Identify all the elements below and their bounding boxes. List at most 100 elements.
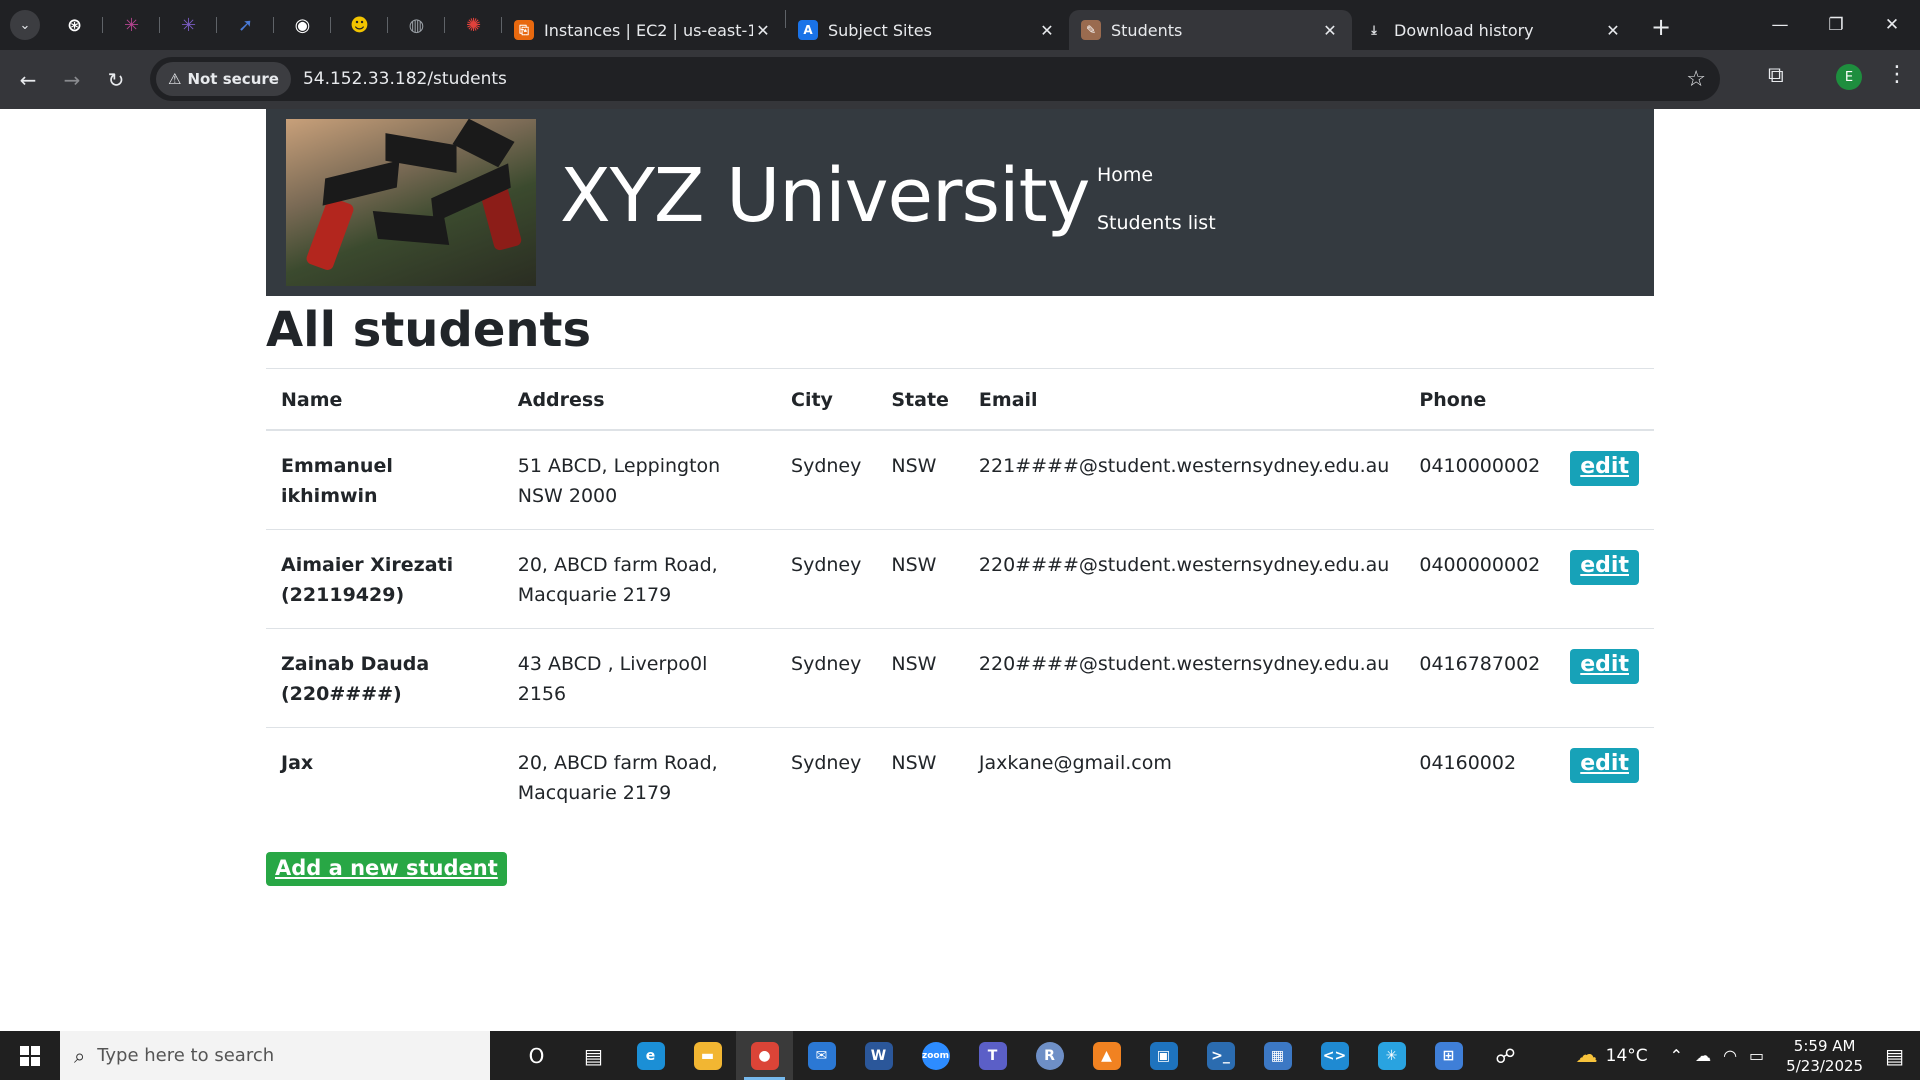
cell-email: 220####@student.westernsydney.edu.au xyxy=(963,627,1405,728)
gear-icon: ✺ xyxy=(465,14,482,36)
add-new-student-button[interactable]: Add a new student xyxy=(266,851,507,886)
close-icon: ✕ xyxy=(1884,15,1900,35)
page-viewport: XYZ University Home Students list All st… xyxy=(0,109,1920,1031)
asterisk-icon: ✳ xyxy=(180,14,197,36)
site-title: XYZ University xyxy=(560,153,1090,239)
nav-students-list-link[interactable]: Students list xyxy=(1097,212,1216,234)
cell-city: Sydney xyxy=(776,528,877,629)
wifi-icon[interactable]: ◠ xyxy=(1723,1046,1737,1065)
minimize-button[interactable]: — xyxy=(1752,0,1808,50)
taskbar-app[interactable]: ✳ xyxy=(1363,1031,1420,1080)
taskbar-clock[interactable]: 5:59 AM 5/23/2025 xyxy=(1786,1036,1863,1076)
taskbar-search-box[interactable]: ⌕ Type here to search xyxy=(60,1031,490,1080)
tab-close-icon[interactable]: ✕ xyxy=(753,21,773,40)
taskbar-search-placeholder: Type here to search xyxy=(97,1045,275,1066)
pinned-tab[interactable]: ✳ xyxy=(103,0,160,50)
taskbar-app[interactable]: <> xyxy=(1306,1031,1363,1080)
browser-tab[interactable]: ⎘ Instances | EC2 | us-east-1 ✕ xyxy=(502,10,785,50)
profile-avatar[interactable]: E xyxy=(1836,64,1862,90)
taskbar-app[interactable]: ✉ xyxy=(793,1031,850,1080)
onedrive-icon[interactable]: ☁ xyxy=(1695,1046,1711,1065)
tab-close-icon[interactable]: ✕ xyxy=(1603,21,1623,40)
pinned-tab[interactable]: ⊛ xyxy=(46,0,103,50)
pinned-tab[interactable]: ◍ xyxy=(388,0,445,50)
snowflake-icon: ✳ xyxy=(1377,1041,1406,1070)
restore-button[interactable]: ❐ xyxy=(1808,0,1864,50)
taskbar-app[interactable]: T xyxy=(964,1031,1021,1080)
reload-button[interactable]: ↻ xyxy=(94,58,138,102)
not-secure-label: Not secure xyxy=(187,70,279,88)
column-header-address: Address xyxy=(502,367,777,431)
taskbar-app[interactable]: R xyxy=(1021,1031,1078,1080)
weather-temperature: 14°C xyxy=(1605,1045,1648,1066)
taskbar-app[interactable]: zoom xyxy=(907,1031,964,1080)
site-info-button[interactable]: ⚠ Not secure xyxy=(156,62,291,96)
pinned-tab[interactable]: ◉ xyxy=(274,0,331,50)
pinned-tabs: ⊛ ✳ ✳ ➚ ◉ ☻ ◍ ✺ xyxy=(46,0,502,50)
url-text[interactable]: 54.152.33.182/students xyxy=(303,69,507,89)
cell-phone: 0410000002 xyxy=(1404,429,1556,530)
column-header-actions xyxy=(1555,367,1654,431)
browser-tab[interactable]: ✎ Students ✕ xyxy=(1069,10,1352,50)
pinned-tab[interactable]: ➚ xyxy=(217,0,274,50)
nav-home-link[interactable]: Home xyxy=(1097,164,1216,186)
taskbar-app[interactable]: ▤ xyxy=(565,1031,622,1080)
tab-title: Students xyxy=(1111,20,1183,40)
start-button[interactable] xyxy=(0,1031,60,1080)
taskbar-app[interactable]: ▣ xyxy=(1135,1031,1192,1080)
taskbar-app[interactable]: ☍ xyxy=(1477,1031,1534,1080)
tab-close-icon[interactable]: ✕ xyxy=(1037,21,1057,40)
cell-state: NSW xyxy=(876,429,964,530)
column-header-email: Email xyxy=(963,367,1405,431)
browser-tab[interactable]: ⤓ Download history ✕ xyxy=(1352,10,1635,50)
taskbar-app[interactable]: ▲ xyxy=(1078,1031,1135,1080)
pinned-tab[interactable]: ☻ xyxy=(331,0,388,50)
cell-name: Emmanuel ikhimwin xyxy=(266,429,503,530)
teams-icon: T xyxy=(978,1041,1007,1070)
browser-tab[interactable]: A Subject Sites ✕ xyxy=(786,10,1069,50)
edit-button[interactable]: edit xyxy=(1570,648,1639,684)
forward-button[interactable]: → xyxy=(50,58,94,102)
new-tab-button[interactable]: + xyxy=(1651,13,1671,41)
graduation-caps-image xyxy=(286,119,536,286)
bookmark-star-icon[interactable]: ☆ xyxy=(1686,67,1706,92)
pinned-tab[interactable]: ✺ xyxy=(445,0,502,50)
taskbar-app[interactable]: ● xyxy=(736,1031,793,1080)
weather-widget[interactable]: ☁ 14°C xyxy=(1576,1043,1648,1068)
edit-button[interactable]: edit xyxy=(1570,747,1639,783)
photos-icon: ▦ xyxy=(1263,1041,1292,1070)
taskbar-app[interactable]: W xyxy=(850,1031,907,1080)
extensions-icon[interactable]: ⧉ xyxy=(1768,63,1784,88)
students-table: Name Address City State Email Phone Emma… xyxy=(266,367,1654,826)
search-icon: ⌕ xyxy=(74,1043,86,1068)
battery-icon[interactable]: ▭ xyxy=(1749,1046,1764,1065)
column-header-city: City xyxy=(776,367,877,431)
edit-button[interactable]: edit xyxy=(1570,450,1639,486)
taskbar-app[interactable]: O xyxy=(508,1031,565,1080)
show-hidden-icons-icon[interactable]: ⌃ xyxy=(1670,1046,1683,1065)
more-menu-icon[interactable]: ⋮ xyxy=(1886,62,1908,87)
address-bar[interactable]: ⚠ Not secure 54.152.33.182/students ☆ xyxy=(150,57,1720,101)
zoom-icon: zoom xyxy=(921,1041,950,1070)
edit-button[interactable]: edit xyxy=(1570,549,1639,585)
browser-tab-bar: ⌄ ⊛ ✳ ✳ ➚ ◉ ☻ ◍ ✺ ⎘ Instances | EC2 | us-east-1 ✕… xyxy=(0,0,1920,50)
page-icon: ✎ xyxy=(1081,20,1101,40)
cell-phone: 0400000002 xyxy=(1404,528,1556,629)
taskbar-app[interactable]: e xyxy=(622,1031,679,1080)
tab-close-icon[interactable]: ✕ xyxy=(1320,21,1340,40)
site-header: XYZ University Home Students list xyxy=(266,109,1654,296)
tab-title: Instances | EC2 | us-east-1 xyxy=(544,20,753,40)
back-button[interactable]: ← xyxy=(6,58,50,102)
taskbar-app[interactable]: ▬ xyxy=(679,1031,736,1080)
notification-center-icon[interactable]: ▤ xyxy=(1885,1044,1904,1068)
close-window-button[interactable]: ✕ xyxy=(1864,0,1920,50)
cortana-icon: O xyxy=(528,1043,545,1068)
restore-icon: ❐ xyxy=(1828,15,1844,35)
tab-search-button[interactable]: ⌄ xyxy=(10,10,40,40)
taskbar-app[interactable]: ⊞ xyxy=(1420,1031,1477,1080)
vuws-icon: A xyxy=(798,20,818,40)
pinned-tab[interactable]: ✳ xyxy=(160,0,217,50)
taskbar-app[interactable]: >_ xyxy=(1192,1031,1249,1080)
taskbar-app[interactable]: ▦ xyxy=(1249,1031,1306,1080)
cell-city: Sydney xyxy=(776,726,877,826)
